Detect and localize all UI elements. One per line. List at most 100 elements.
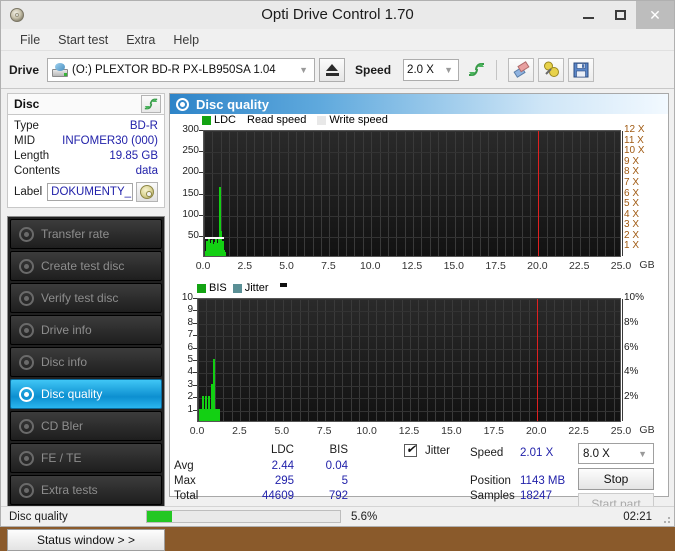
sidebar-item-label: Disc info xyxy=(41,355,88,369)
grid-line xyxy=(198,323,620,325)
progress-bar xyxy=(146,510,341,523)
panel-header: Disc quality xyxy=(170,94,668,114)
tools-icon[interactable] xyxy=(538,57,565,82)
disc-icon xyxy=(19,386,34,402)
read-speed-line xyxy=(204,236,225,239)
speed-label: Speed xyxy=(355,62,392,77)
menu-item-start-test[interactable]: Start test xyxy=(49,31,117,49)
speed-select-value: 2.0 X xyxy=(407,63,434,76)
y2-tick-label: 4% xyxy=(624,366,639,378)
jitter-checkbox[interactable] xyxy=(404,442,417,460)
maximize-button[interactable] xyxy=(604,1,636,29)
grid-line xyxy=(545,299,547,421)
menu-item-help[interactable]: Help xyxy=(164,31,208,49)
x-tick-label: 20.0 xyxy=(525,425,547,437)
sidebar-item-disc-quality[interactable]: Disc quality xyxy=(10,379,162,409)
sidebar-item-extra-tests[interactable]: Extra tests xyxy=(10,475,162,505)
speed-stat-value: 2.01 X xyxy=(520,447,554,459)
resize-grip[interactable] xyxy=(660,513,670,523)
refresh-icon[interactable] xyxy=(463,58,489,82)
disc-icon xyxy=(19,354,34,370)
grid-line xyxy=(342,299,344,421)
menu-item-file[interactable]: File xyxy=(11,31,49,49)
grid-line xyxy=(240,299,242,421)
grid-line xyxy=(622,299,623,421)
grid-line xyxy=(291,299,293,421)
disc-icon xyxy=(19,322,34,338)
status-bar: Disc quality 5.6% 02:21 xyxy=(1,506,674,526)
eject-button[interactable] xyxy=(319,57,346,82)
menu-item-extra[interactable]: Extra xyxy=(117,31,164,49)
sidebar-item-disc-info[interactable]: Disc info xyxy=(10,347,162,377)
legend-swatch-jitter xyxy=(232,283,242,293)
disc-refresh-button[interactable] xyxy=(141,95,161,113)
test-speed-select[interactable]: 8.0 X ▼ xyxy=(578,443,654,464)
position-stat-value: 1143 MB xyxy=(520,475,566,487)
sidebar-item-drive-info[interactable]: Drive info xyxy=(10,315,162,345)
disc-row-mid: MID INFOMER30 (000) xyxy=(14,134,158,149)
grid-line xyxy=(204,215,620,217)
save-floppy-icon[interactable] xyxy=(568,57,595,82)
sidebar-item-fe-te[interactable]: FE / TE xyxy=(10,443,162,473)
status-window-button[interactable]: Status window > > xyxy=(7,529,165,551)
stop-button[interactable]: Stop xyxy=(578,468,654,490)
grid-line xyxy=(299,299,301,421)
cd-disc-icon[interactable] xyxy=(136,182,158,202)
speed-stat-label: Speed xyxy=(470,447,504,459)
y-tick-label: 9 xyxy=(187,304,193,316)
legend-swatch-ldc xyxy=(202,115,211,125)
y-tick-mark xyxy=(199,214,203,216)
y-tick-label: 100 xyxy=(182,208,199,220)
y-tick-label: 7 xyxy=(187,329,193,341)
x-tick-label: 2.5 xyxy=(232,425,247,437)
disc-type-value: BD-R xyxy=(129,120,158,132)
grid-line xyxy=(204,194,620,196)
sidebar-item-create-test-disc[interactable]: Create test disc xyxy=(10,251,162,281)
drive-select[interactable]: (O:) PLEXTOR BD-R PX-LB950SA 1.04 ▼ xyxy=(47,57,316,82)
grid-line xyxy=(494,299,496,421)
y-tick-mark xyxy=(199,172,203,174)
close-button[interactable]: ✕ xyxy=(636,1,674,29)
grid-line xyxy=(223,299,225,421)
grid-line xyxy=(622,131,623,256)
grid-line xyxy=(198,311,620,313)
grid-line xyxy=(554,299,556,421)
samples-stat-label: Samples xyxy=(470,490,515,502)
stats-ldc-max: 295 xyxy=(274,475,294,487)
y2-tick-label: 9 X xyxy=(624,155,640,167)
grid-line xyxy=(511,299,513,421)
application-window: Opti Drive Control 1.70 ✕ File Start tes… xyxy=(0,0,675,551)
title-bar: Opti Drive Control 1.70 ✕ xyxy=(1,1,674,29)
y-tick-label: 50 xyxy=(187,229,199,241)
grid-line xyxy=(198,336,620,338)
disc-contents-value: data xyxy=(135,165,158,177)
eraser-icon[interactable] xyxy=(508,57,535,82)
chevron-down-icon: ▼ xyxy=(638,448,647,459)
y2-tick-label: 5 X xyxy=(624,198,640,210)
x-tick-label: 0.0 xyxy=(195,260,211,272)
bis-x-unit: GB xyxy=(639,424,655,436)
jitter-checkbox-label[interactable]: Jitter xyxy=(425,445,450,457)
sidebar-item-cd-bler[interactable]: CD Bler xyxy=(10,411,162,441)
disc-label-input[interactable]: DOKUMENTY_I xyxy=(47,183,133,201)
y-tick-label: 3 xyxy=(187,378,193,390)
y2-tick-label: 11 X xyxy=(624,134,644,146)
y-tick-label: 2 xyxy=(187,391,193,403)
x-tick-label: 12.5 xyxy=(398,425,420,437)
stats-bis-avg: 0.04 xyxy=(325,460,348,472)
grid-line xyxy=(265,299,267,421)
grid-line xyxy=(384,299,386,421)
sidebar-item-verify-test-disc[interactable]: Verify test disc xyxy=(10,283,162,313)
y2-tick-label: 8 X xyxy=(624,166,640,178)
minimize-button[interactable] xyxy=(572,1,604,29)
stats-row-label-max: Max xyxy=(174,475,196,487)
y-tick-label: 5 xyxy=(187,354,193,365)
y2-tick-label: 8% xyxy=(624,316,639,328)
speed-select[interactable]: 2.0 X ▼ xyxy=(403,58,460,81)
grid-line xyxy=(393,299,395,421)
disc-mid-label: MID xyxy=(14,135,36,147)
x-tick-label: 5.0 xyxy=(279,260,294,272)
sidebar-item-transfer-rate[interactable]: Transfer rate xyxy=(10,219,162,249)
grid-line xyxy=(605,299,607,421)
x-tick-label: 10.0 xyxy=(356,425,377,437)
